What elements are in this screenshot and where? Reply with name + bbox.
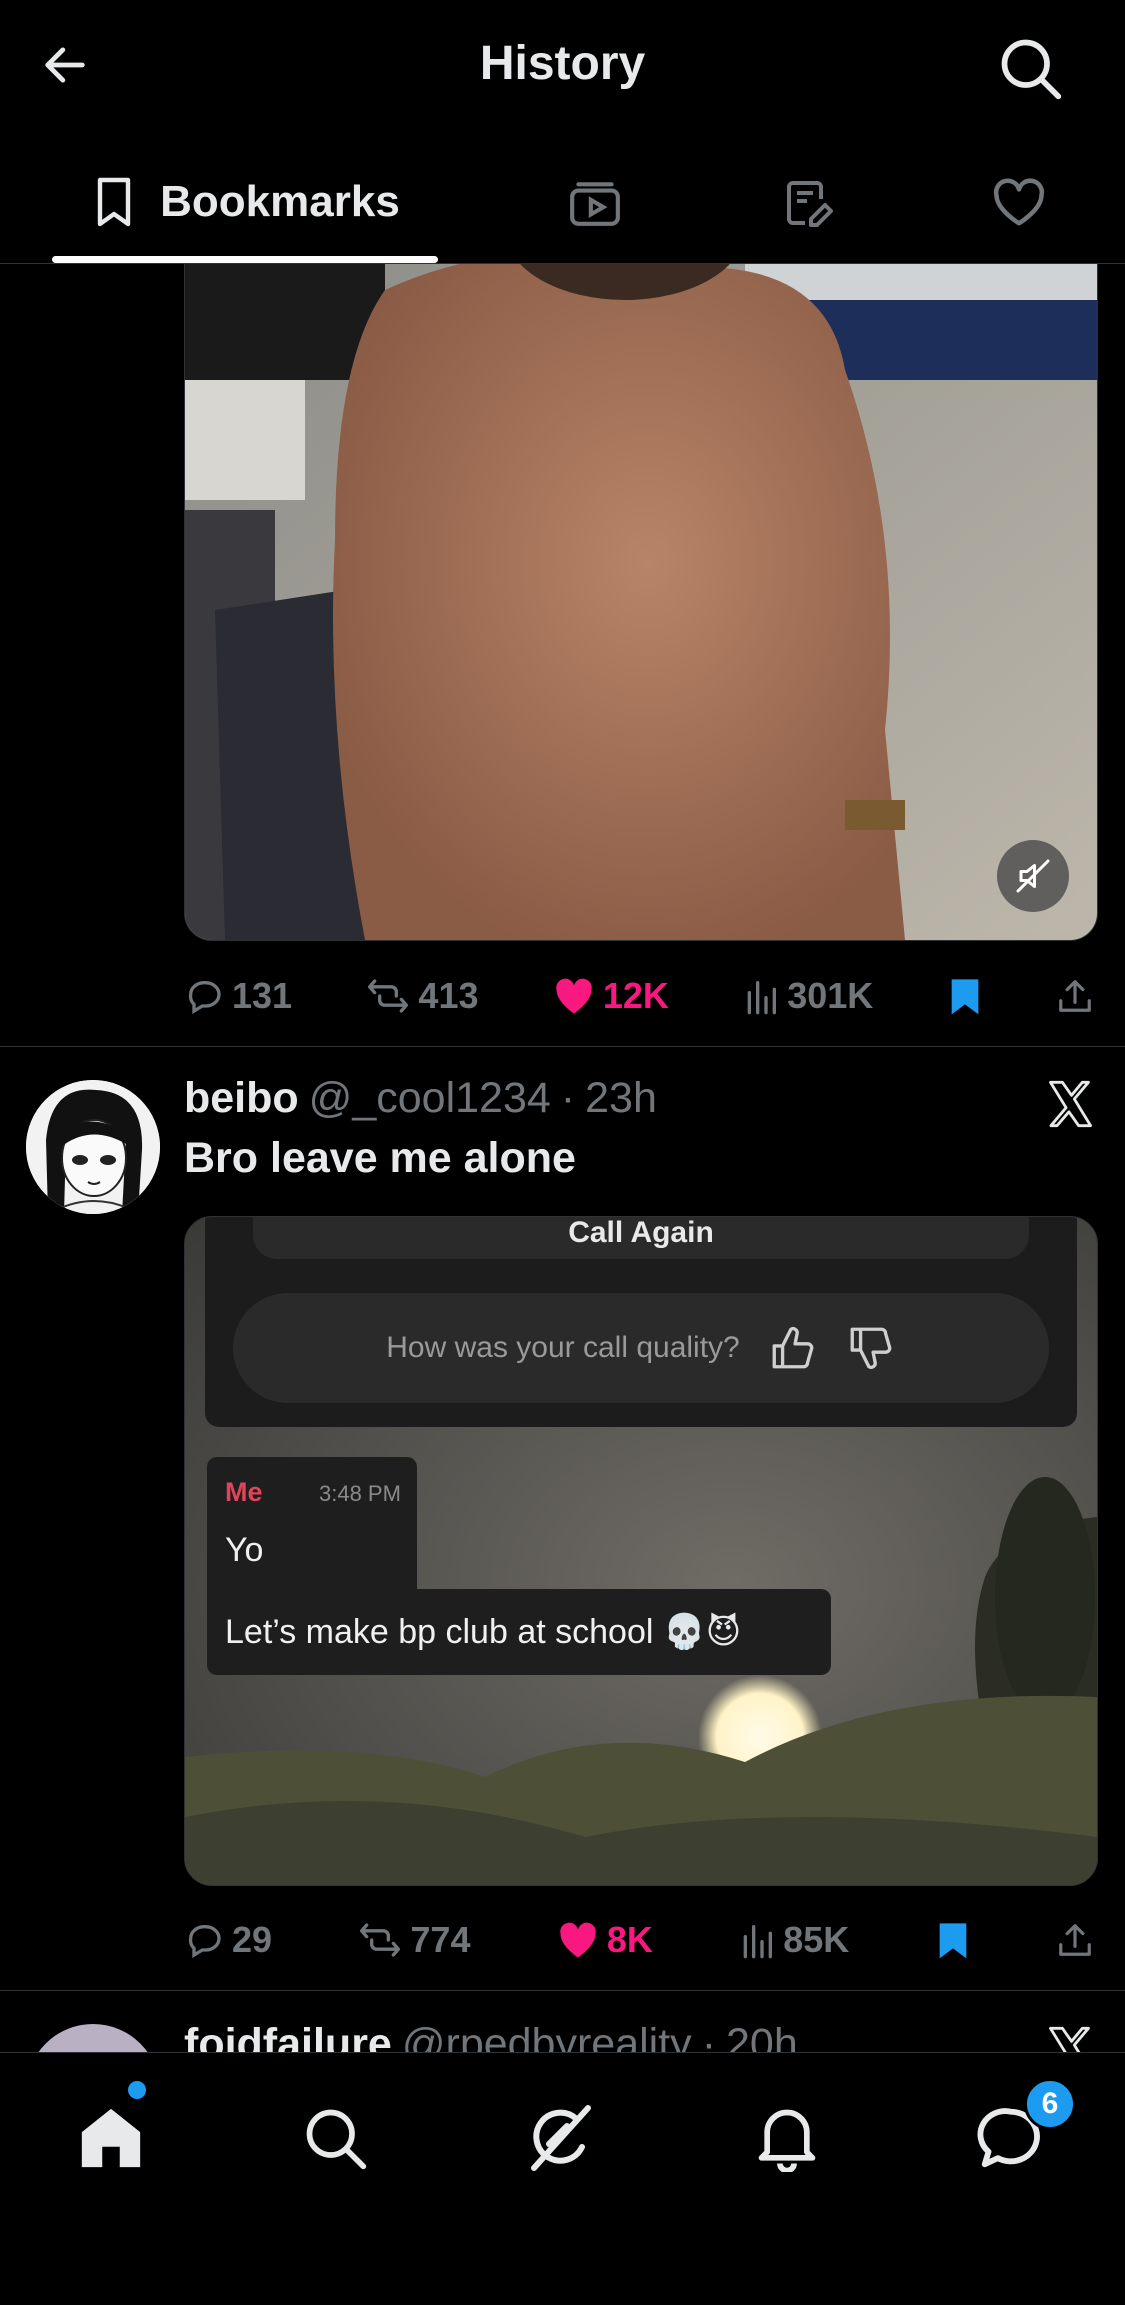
tab-likes[interactable]: [984, 170, 1054, 236]
call-again-label: Call Again: [568, 1216, 714, 1249]
post-divider: [0, 1046, 1125, 1047]
call-quality-text: How was your call quality?: [386, 1331, 740, 1364]
nav-grok[interactable]: [516, 2093, 606, 2183]
nav-search[interactable]: [290, 2093, 380, 2183]
repost-icon: [368, 979, 409, 1013]
video-frame-image: [185, 210, 1097, 940]
chat-bubble-first: Me 3:48 PM Yo: [207, 1457, 417, 1595]
bookmark-icon: [97, 177, 131, 227]
reply-button[interactable]: 29: [184, 1919, 272, 1961]
header: History Bookmarks: [0, 0, 1125, 264]
post-divider: [0, 1990, 1125, 1991]
thumbs-up-icon: [772, 1327, 814, 1369]
repost-count: 774: [410, 1919, 471, 1960]
nav-home[interactable]: [66, 2093, 156, 2183]
home-unread-dot: [126, 2079, 148, 2101]
grok-icon: [531, 2105, 591, 2171]
post-video[interactable]: [184, 210, 1098, 941]
tab-bookmarks[interactable]: Bookmarks: [52, 150, 438, 254]
chat-message-2-emoji: 💀😈: [663, 1613, 742, 1651]
view-count: 301K: [787, 975, 874, 1016]
muted-speaker-icon: [1016, 859, 1050, 893]
reply-count: 29: [232, 1919, 273, 1960]
like-count: 12K: [602, 975, 669, 1016]
bookmark-button[interactable]: [936, 1920, 970, 1960]
like-button[interactable]: 12K: [553, 975, 669, 1017]
call-quality-pill: How was your call quality?: [233, 1293, 1049, 1403]
tab-bookmarks-label: Bookmarks: [160, 177, 400, 226]
page-title: History: [479, 37, 646, 90]
repost-count: 413: [418, 975, 479, 1016]
search-icon: [1001, 39, 1062, 100]
share-icon: [1059, 1924, 1091, 1956]
post-actions: 29 774 8K 85K: [184, 1910, 1094, 1970]
repost-button[interactable]: 774: [358, 1919, 470, 1961]
repost-icon: [360, 1923, 401, 1957]
time-separator: ·: [560, 1074, 576, 1122]
tab-articles[interactable]: [774, 170, 844, 236]
edit-note-icon: [787, 181, 833, 227]
chat-message-1: Yo: [225, 1531, 264, 1569]
reply-count: 131: [232, 975, 293, 1016]
share-button[interactable]: [1056, 1920, 1094, 1960]
chat-bubble-second: Let’s make bp club at school 💀😈: [207, 1589, 831, 1675]
views-chart-icon: [747, 981, 777, 1015]
post-text: Bro leave me alone: [184, 1134, 576, 1182]
chat-sender: Me: [225, 1477, 263, 1507]
home-icon: [81, 2108, 141, 2168]
author-handle[interactable]: @_cool1234: [309, 1074, 551, 1123]
active-tab-indicator: [52, 256, 438, 263]
search-button[interactable]: [990, 28, 1070, 108]
heart-filled-icon: [556, 978, 592, 1014]
share-icon: [1059, 980, 1091, 1012]
reply-icon: [188, 981, 221, 1014]
video-icon: [570, 182, 620, 226]
repost-button[interactable]: 413: [366, 975, 479, 1017]
view-count: 85K: [783, 1919, 850, 1960]
call-again-button: Call Again: [253, 1216, 1029, 1259]
post-time[interactable]: 23h: [585, 1074, 657, 1123]
views-chart-icon: [743, 1925, 773, 1959]
chat-message-2: Let’s make bp club at school: [225, 1612, 654, 1651]
avatar[interactable]: [26, 1080, 160, 1214]
bookmark-filled-icon: [939, 1923, 966, 1959]
bottom-navigation: [0, 2052, 1125, 2305]
call-summary-card: Call Again How was your call quality?: [205, 1216, 1077, 1427]
notifications-icon: [758, 2109, 816, 2172]
heart-icon: [993, 178, 1045, 226]
thumbs-down-icon: [850, 1327, 892, 1369]
post-image[interactable]: Call Again How was your call quality? Me…: [184, 1216, 1098, 1886]
bookmark-filled-icon: [951, 979, 978, 1015]
reply-icon: [188, 1925, 221, 1958]
history-tabs: Bookmarks: [0, 150, 1125, 264]
share-button[interactable]: [1056, 976, 1094, 1016]
reply-button[interactable]: 131: [184, 975, 292, 1017]
chat-time: 3:48 PM: [319, 1481, 401, 1506]
nav-notifications[interactable]: [742, 2093, 832, 2183]
post-author-line: beibo @_cool1234 · 23h: [184, 1074, 657, 1130]
mute-toggle-button[interactable]: [997, 840, 1069, 912]
bookmark-button[interactable]: [948, 976, 982, 1016]
x-logo-icon: [1049, 1080, 1092, 1128]
views-button[interactable]: 85K: [739, 1919, 849, 1961]
tab-videos[interactable]: [560, 170, 630, 236]
avatar-image: [26, 1080, 160, 1214]
header-divider: [0, 263, 1125, 264]
post-actions: 131 413 12K 301K: [184, 966, 1094, 1026]
views-button[interactable]: 301K: [743, 975, 873, 1017]
more-options-button[interactable]: [1040, 1074, 1100, 1134]
like-count: 8K: [606, 1919, 653, 1960]
heart-filled-icon: [560, 1922, 596, 1958]
messages-badge: 6: [1024, 2078, 1076, 2130]
author-name[interactable]: beibo: [184, 1074, 299, 1123]
search-icon: [306, 2109, 367, 2170]
like-button[interactable]: 8K: [557, 1919, 653, 1961]
